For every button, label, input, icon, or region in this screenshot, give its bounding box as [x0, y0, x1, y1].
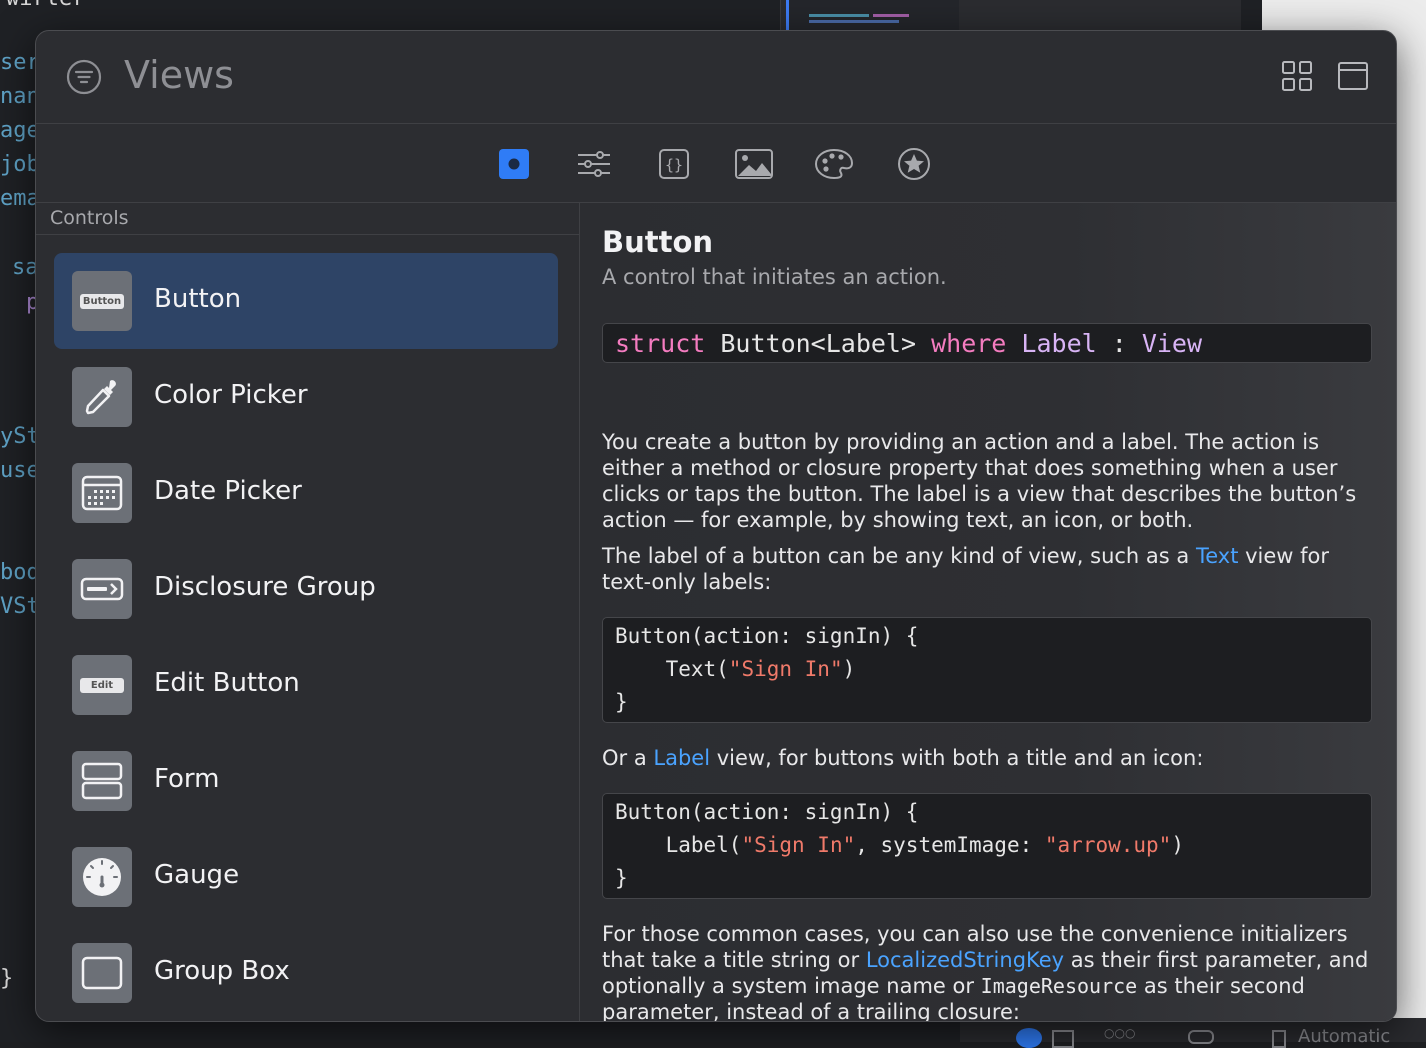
filter-icon[interactable] [66, 59, 102, 95]
snippets-tab-icon: {} [659, 149, 689, 179]
tab-views[interactable] [494, 144, 534, 184]
tab-favorites[interactable] [894, 144, 934, 184]
tab-colors[interactable] [814, 144, 854, 184]
modifiers-tab-icon [578, 151, 610, 177]
text-run: Or a [602, 746, 654, 770]
divider [36, 234, 579, 235]
bg-code-line: wirter [6, 0, 85, 11]
group-box-icon [72, 943, 132, 1003]
bg-code-line: age [0, 118, 40, 143]
eyedropper-icon [72, 367, 132, 427]
library-popover: Views {} Controls Button Button Color Pi… [35, 30, 1397, 1022]
library-tabbar: {} [36, 124, 1396, 203]
list-item-label: Date Picker [154, 476, 302, 506]
list-item-form[interactable]: Form [54, 733, 558, 829]
paragraph: The label of a button can be any kind of… [602, 543, 1372, 595]
color-palette-tab-icon [814, 148, 854, 180]
image-tab-icon [735, 149, 773, 179]
link-localizedstringkey[interactable]: LocalizedStringKey [866, 948, 1064, 972]
svg-text:{}: {} [665, 156, 683, 174]
bg-code-line: bod [0, 560, 40, 585]
list-item-label: Gauge [154, 860, 240, 890]
keyword: where [931, 329, 1007, 358]
declaration-block: struct Button<Label> where Label : View [602, 323, 1372, 363]
code-block: Button(action: signIn) { Text("Sign In")… [602, 617, 1372, 723]
list-item-edit-button[interactable]: Edit Edit Button [54, 637, 558, 733]
run-icon[interactable] [1016, 1028, 1042, 1048]
grid-icon[interactable]: ○○○ [1104, 1026, 1135, 1040]
paragraph: Or a Label view, for buttons with both a… [602, 745, 1372, 771]
form-icon [72, 751, 132, 811]
list-item-label: Group Box [154, 956, 290, 986]
detail-pane: Button A control that initiates an actio… [580, 203, 1396, 1021]
gauge-icon [72, 847, 132, 907]
favorites-star-icon [898, 148, 930, 180]
tab-modifiers[interactable] [574, 144, 614, 184]
code-line: Button(action: signIn) { [615, 624, 919, 648]
code-line: } [615, 866, 628, 890]
code-line: Text("Sign In") [615, 657, 856, 681]
button-thumb-icon: Button [72, 271, 132, 331]
section-header: Controls [50, 207, 129, 229]
preview-icon[interactable] [1052, 1030, 1074, 1048]
device-icon [1272, 1030, 1286, 1048]
list-item-date-picker[interactable]: Date Picker [54, 445, 558, 541]
library-sidebar: Controls Button Button Color Picker Date… [36, 203, 580, 1021]
bg-code-line: ema [0, 186, 40, 211]
calendar-icon [72, 463, 132, 523]
disclosure-icon [72, 559, 132, 619]
bg-code-line: } [0, 966, 14, 991]
text-run: The label of a button can be any kind of… [602, 544, 1196, 568]
paragraph: You create a button by providing an acti… [602, 430, 1357, 532]
status-text: Automatic [1298, 1026, 1391, 1047]
punctuation: : [1096, 329, 1142, 358]
list-item-label: Edit Button [154, 668, 300, 698]
list-item-button[interactable]: Button Button [54, 253, 558, 349]
thumb-badge: Button [79, 293, 125, 309]
thumb-badge: Edit [79, 677, 125, 693]
list-item-color-picker[interactable]: Color Picker [54, 349, 558, 445]
bg-code-line: ser [0, 50, 40, 75]
code-line: Button(action: signIn) { [615, 800, 919, 824]
edit-thumb-icon: Edit [72, 655, 132, 715]
inline-code: ImageResource [980, 974, 1138, 998]
list-item-label: Button [154, 284, 242, 314]
bg-code-line: use [0, 458, 40, 483]
list-item-label: Color Picker [154, 380, 308, 410]
list-item-group-box[interactable]: Group Box [54, 925, 558, 1021]
tab-media[interactable] [734, 144, 774, 184]
list-item-disclosure-group[interactable]: Disclosure Group [54, 541, 558, 637]
bg-code-line: job [0, 152, 40, 177]
bg-code-line: ySt [0, 424, 40, 449]
list-item-gauge[interactable]: Gauge [54, 829, 558, 925]
bg-code-line: VSt [0, 594, 40, 619]
views-tab-icon [499, 149, 529, 179]
bg-code-line: nan [0, 84, 40, 109]
paragraph: For those common cases, you can also use… [602, 921, 1372, 1021]
minimap [786, 0, 959, 30]
tab-snippets[interactable]: {} [654, 144, 694, 184]
keyword: struct [615, 329, 706, 358]
list-item-label: Form [154, 764, 220, 794]
grid-view-icon[interactable] [1280, 59, 1314, 93]
detail-subtitle: A control that initiates an action. [602, 265, 947, 289]
link-text[interactable]: Text [1196, 544, 1238, 568]
code-line: Label("Sign In", systemImage: "arrow.up"… [615, 833, 1184, 857]
window-icon[interactable] [1336, 59, 1370, 93]
code-line: } [615, 690, 628, 714]
type-name[interactable]: View [1142, 329, 1202, 358]
text-run: view, for buttons with both a title and … [710, 746, 1204, 770]
detail-title: Button [602, 225, 714, 259]
popover-title: Views [124, 53, 234, 97]
code-block: Button(action: signIn) { Label("Sign In"… [602, 793, 1372, 899]
popover-header: Views [36, 31, 1396, 124]
type-name: Button<Label> [705, 329, 932, 358]
type-name: Label [1006, 329, 1097, 358]
list-item-label: Disclosure Group [154, 572, 376, 602]
link-label[interactable]: Label [653, 746, 710, 770]
